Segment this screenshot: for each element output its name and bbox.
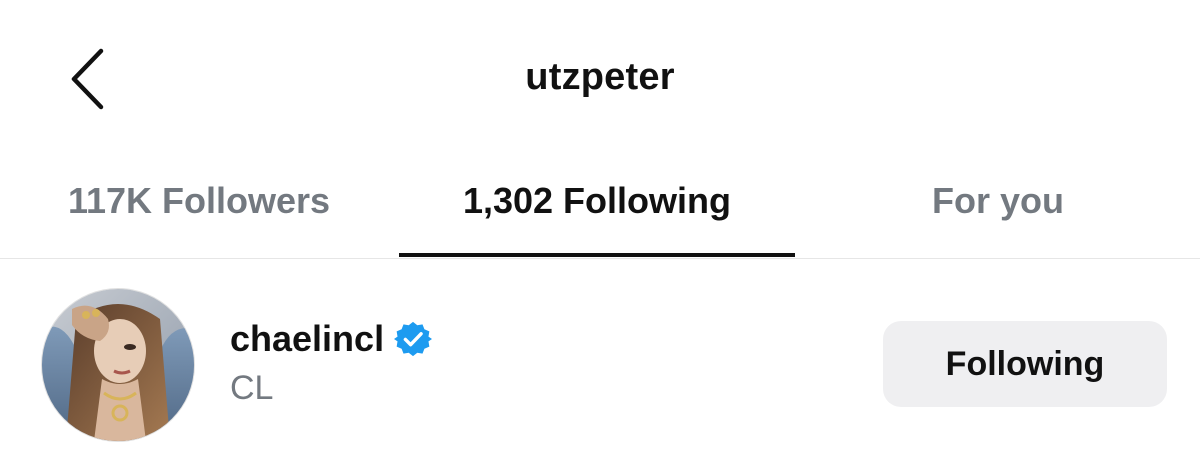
username-line: chaelincl	[230, 317, 433, 361]
following-button[interactable]: Following	[883, 321, 1167, 407]
verified-badge-icon	[394, 320, 433, 358]
tab-for-you[interactable]: For you	[796, 160, 1200, 258]
avatar[interactable]	[42, 289, 194, 441]
list-item[interactable]: chaelincl CL Following	[0, 259, 1200, 472]
tab-followers[interactable]: 117K Followers	[0, 160, 398, 258]
username[interactable]: chaelincl	[230, 318, 384, 360]
following-screen: utzpeter 117K Followers 1,302 Following …	[0, 0, 1200, 472]
full-name: CL	[230, 369, 274, 407]
avatar-image	[42, 289, 194, 441]
tab-bar: 117K Followers 1,302 Following For you	[0, 160, 1200, 258]
active-tab-indicator	[399, 253, 795, 257]
tab-following[interactable]: 1,302 Following	[398, 160, 796, 258]
page-title: utzpeter	[525, 56, 675, 98]
